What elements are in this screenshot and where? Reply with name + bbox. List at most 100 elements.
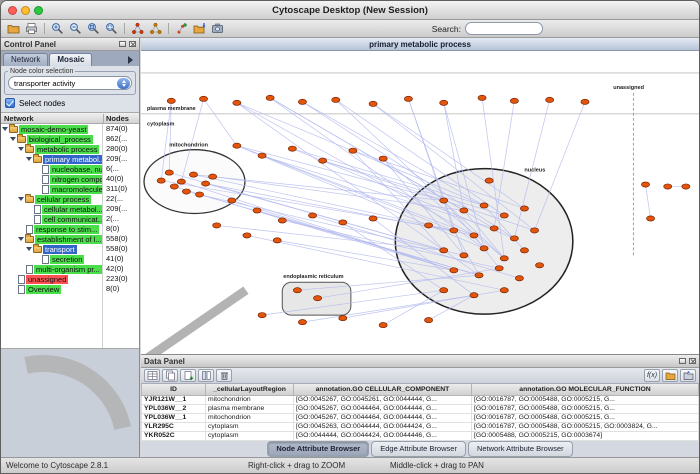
graph-node[interactable] (273, 238, 281, 243)
float-panel-icon[interactable] (119, 41, 126, 47)
table-cell[interactable]: YPL036W__2 (142, 404, 206, 413)
column-header[interactable]: annotation.GO MOLECULAR_FUNCTION (472, 384, 699, 395)
network-overview-button[interactable] (147, 21, 164, 37)
graph-node[interactable] (440, 198, 448, 203)
graph-node[interactable] (258, 153, 266, 158)
graph-node[interactable] (170, 184, 178, 189)
graph-node[interactable] (209, 174, 217, 179)
graph-node[interactable] (460, 253, 468, 258)
expand-toggle-icon[interactable] (25, 247, 33, 251)
graph-node[interactable] (664, 184, 672, 189)
close-panel-icon[interactable] (129, 41, 136, 47)
graph-node[interactable] (490, 226, 498, 231)
table-cell[interactable]: YLR295C (142, 422, 206, 431)
tree-row[interactable]: cell communicat...2(... (1, 214, 139, 224)
graph-node[interactable] (349, 148, 357, 153)
minimize-window-button[interactable] (21, 6, 30, 15)
expand-toggle-icon[interactable] (9, 137, 17, 141)
graph-node[interactable] (253, 208, 261, 213)
tree-row[interactable]: macromolecule...311(0) (1, 184, 139, 194)
graph-node[interactable] (450, 228, 458, 233)
graph-node[interactable] (470, 233, 478, 238)
table-row[interactable]: YLR295Ccytoplasm[GO:0045263, GO:0044444,… (142, 422, 699, 431)
tree-row[interactable]: cellular process22(... (1, 194, 139, 204)
graph-node[interactable] (319, 158, 327, 163)
unselect-attributes-button[interactable] (162, 369, 178, 382)
graph-node[interactable] (309, 213, 317, 218)
tree-row-label[interactable]: Overview (26, 285, 61, 294)
table-row[interactable]: YPL036W__1mitochondrion[GO:0045267, GO:0… (142, 413, 699, 422)
snapshot-button[interactable] (209, 21, 226, 37)
zoom-selected-button[interactable] (85, 21, 102, 37)
tree-row[interactable]: establishment of l...558(0) (1, 234, 139, 244)
graph-node[interactable] (189, 172, 197, 177)
import-network-button[interactable] (191, 21, 208, 37)
tree-row[interactable]: primary metabol...209(... (1, 154, 139, 164)
table-cell[interactable]: [GO:0005488, GO:0005215, GO:0003674] (472, 431, 699, 440)
zoom-out-button[interactable] (67, 21, 84, 37)
graph-node[interactable] (258, 313, 266, 318)
tab-mosaic[interactable]: Mosaic (49, 53, 92, 66)
graph-node[interactable] (495, 266, 503, 271)
graph-edge[interactable] (237, 103, 484, 206)
graph-node[interactable] (536, 263, 544, 268)
graph-node[interactable] (485, 178, 493, 183)
graph-node[interactable] (293, 288, 301, 293)
tree-row[interactable]: Overview8(0) (1, 284, 139, 294)
graph-node[interactable] (440, 248, 448, 253)
tree-row-label[interactable]: establishment of l... (35, 235, 103, 244)
zoom-fit-button[interactable] (103, 21, 120, 37)
graph-node[interactable] (379, 156, 387, 161)
tree-row-label[interactable]: response to stim... (34, 225, 99, 234)
graph-node[interactable] (233, 143, 241, 148)
graph-node[interactable] (515, 276, 523, 281)
tab-network-attribute-browser[interactable]: Network Attribute Browser (468, 441, 573, 457)
network-canvas[interactable]: plasma membranecytoplasmmitochondrionnuc… (141, 51, 699, 354)
tree-row-label[interactable]: cell communicat... (42, 215, 103, 224)
graph-edge[interactable] (204, 99, 237, 146)
graph-node[interactable] (510, 98, 518, 103)
zoom-window-button[interactable] (34, 6, 43, 15)
tree-row[interactable]: nucleobase, nu...6(... (1, 164, 139, 174)
delete-attribute-button[interactable] (216, 369, 232, 382)
table-cell[interactable]: cytoplasm (206, 422, 294, 431)
graph-node[interactable] (369, 216, 377, 221)
create-network-button[interactable] (173, 21, 190, 37)
expand-toggle-icon[interactable] (1, 127, 9, 131)
graph-node[interactable] (404, 96, 412, 101)
search-input[interactable] (466, 23, 543, 34)
graph-node[interactable] (647, 216, 655, 221)
graph-edge[interactable] (237, 103, 444, 251)
table-cell[interactable]: [GO:0045267, GO:0044464, GO:0044444, G..… (294, 404, 472, 413)
table-row[interactable]: YJR121W__1mitochondrion[GO:0045267, GO:0… (142, 395, 699, 404)
table-cell[interactable]: [GO:0016787, GO:0005488, GO:0005215, G..… (472, 404, 699, 413)
tree-row-label[interactable]: transport (43, 245, 77, 254)
graph-node[interactable] (546, 97, 554, 102)
graph-node[interactable] (510, 236, 518, 241)
tree-row-label[interactable]: mosaic-demo-yeast (19, 125, 88, 134)
tree-row-label[interactable]: biological_process (27, 135, 93, 144)
graph-node[interactable] (339, 316, 347, 321)
table-cell[interactable]: [GO:0016787, GO:0005488, GO:0005215, G..… (472, 413, 699, 422)
table-cell[interactable]: YKR052C (142, 431, 206, 440)
tree-row[interactable]: biological_process862(... (1, 134, 139, 144)
graph-node[interactable] (233, 100, 241, 105)
table-cell[interactable]: plasma membrane (206, 404, 294, 413)
import-attributes-button[interactable] (662, 369, 678, 382)
graph-node[interactable] (332, 97, 340, 102)
tab-scroll-right-icon[interactable] (128, 56, 137, 64)
expand-toggle-icon[interactable] (17, 237, 25, 241)
network-column-header[interactable]: Network (1, 114, 103, 123)
graph-node[interactable] (202, 181, 210, 186)
graph-node[interactable] (478, 95, 486, 100)
graph-node[interactable] (581, 99, 589, 104)
table-cell[interactable]: YJR121W__1 (142, 395, 206, 404)
graph-node[interactable] (470, 293, 478, 298)
tab-network[interactable]: Network (3, 53, 48, 66)
graph-node[interactable] (425, 318, 433, 323)
zoom-in-button[interactable] (49, 21, 66, 37)
tree-row-label[interactable]: nitrogen compo... (50, 175, 103, 184)
tree-row-label[interactable]: primary metabol... (43, 155, 103, 164)
tree-row-label[interactable]: cellular process (35, 195, 91, 204)
table-cell[interactable]: [GO:0016787, GO:0005488, GO:0005215, G..… (472, 395, 699, 404)
